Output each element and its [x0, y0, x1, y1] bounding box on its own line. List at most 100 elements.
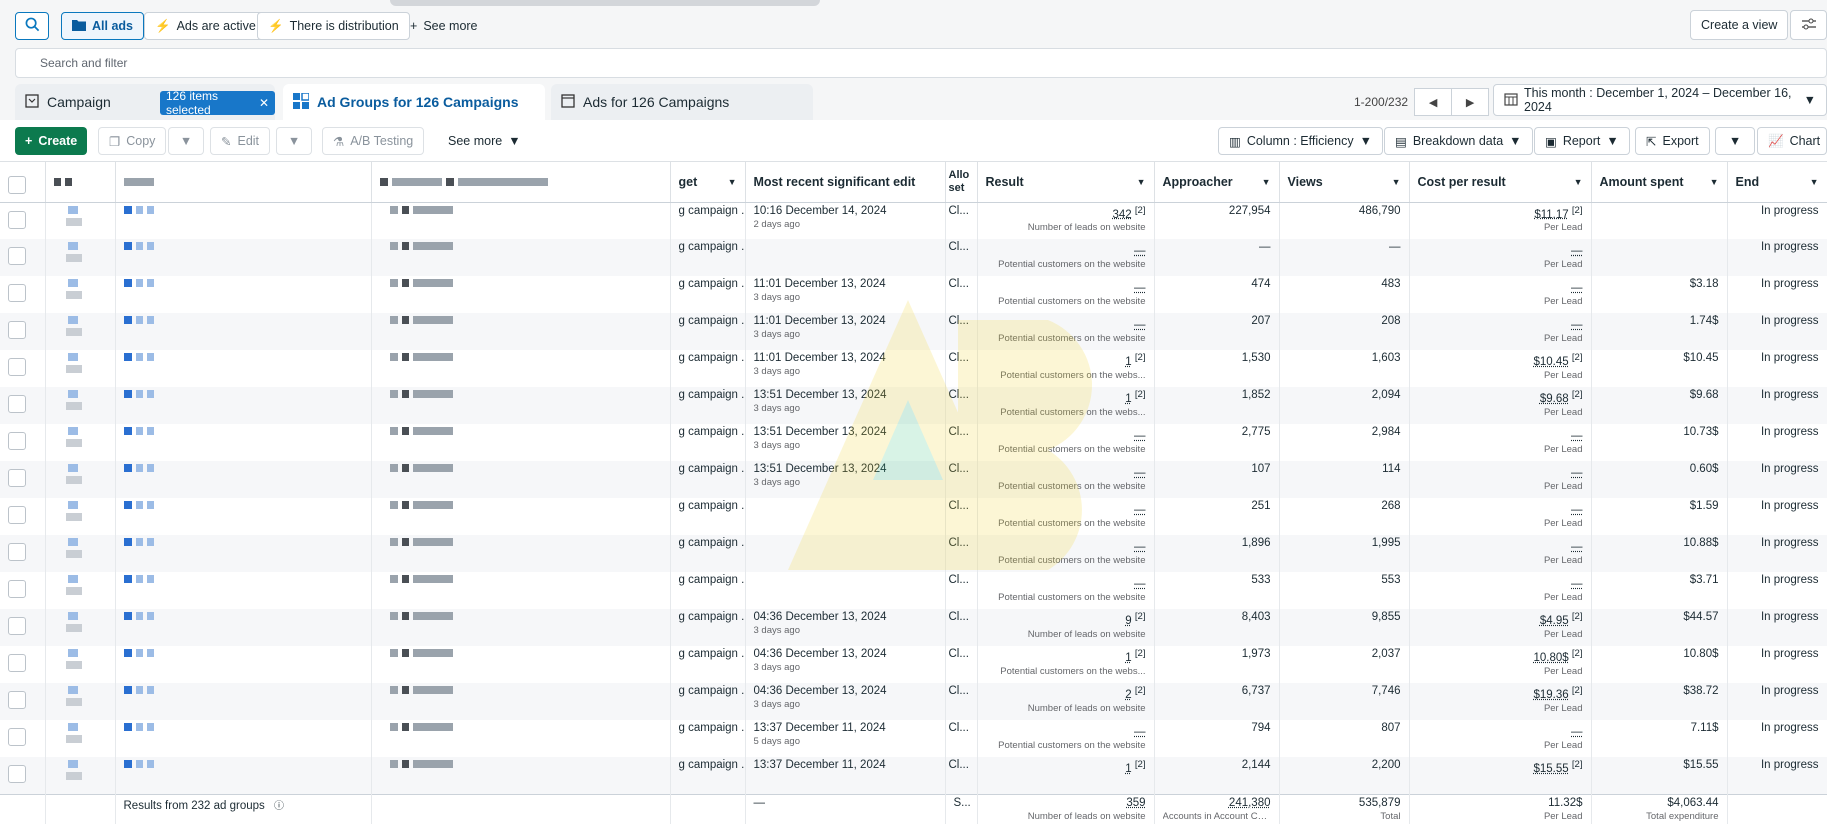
row-cost-value[interactable]: $9.68	[1540, 393, 1569, 405]
table-row[interactable]: g campaign ... 04:36 December 13, 2024 3 …	[0, 683, 1827, 720]
create-button[interactable]: + Create	[15, 127, 88, 155]
header-recent-edit[interactable]: Most recent significant edit	[745, 162, 946, 203]
selected-items-badge[interactable]: 126 items selected ✕	[160, 89, 275, 117]
row-result-value[interactable]: —	[1134, 541, 1146, 553]
row-checkbox[interactable]	[8, 284, 26, 302]
row-result-value[interactable]: —	[1134, 245, 1146, 257]
edit-dropdown[interactable]: ▼	[276, 127, 312, 155]
row-select-cell[interactable]	[0, 757, 46, 794]
row-checkbox[interactable]	[8, 469, 26, 487]
row-select-cell[interactable]	[0, 572, 46, 609]
row-cost-value[interactable]: $10.45	[1533, 356, 1568, 368]
header-cost[interactable]: Cost per result ▼	[1409, 162, 1592, 203]
row-result-value[interactable]: —	[1134, 430, 1146, 442]
row-select-cell[interactable]	[0, 609, 46, 646]
table-row[interactable]: g campaign ... 13:51 December 13, 2024 3 …	[0, 424, 1827, 461]
header-target[interactable]: get ▼	[670, 162, 746, 203]
export-dropdown[interactable]: ▼	[1715, 127, 1755, 155]
table-row[interactable]: g campaign ... Cl... — Potential custome…	[0, 498, 1827, 535]
row-result-value[interactable]: 1	[1125, 356, 1131, 368]
report-button[interactable]: ▣ Report ▼	[1534, 127, 1630, 155]
row-result-value[interactable]: 342	[1112, 208, 1131, 220]
row-cost-value[interactable]: —	[1571, 578, 1583, 590]
row-cost-value[interactable]: —	[1571, 282, 1583, 294]
row-cost-value[interactable]: $15.55	[1533, 763, 1568, 775]
row-result-value[interactable]: 1	[1125, 393, 1131, 405]
table-row[interactable]: g campaign ... 13:37 December 11, 2024 5 …	[0, 720, 1827, 757]
header-views[interactable]: Views ▼	[1279, 162, 1410, 203]
export-button[interactable]: ⇱ Export	[1635, 127, 1710, 155]
row-result-value[interactable]: 1	[1125, 652, 1131, 664]
header-end[interactable]: End ▼	[1727, 162, 1827, 203]
row-select-cell[interactable]	[0, 313, 46, 350]
header-result[interactable]: Result ▼	[977, 162, 1155, 203]
select-all-header[interactable]	[0, 162, 46, 203]
row-result-value[interactable]: —	[1134, 726, 1146, 738]
next-page-button[interactable]: ▶	[1451, 88, 1490, 116]
row-checkbox[interactable]	[8, 210, 26, 229]
toolbar-see-more[interactable]: See more ▼	[438, 127, 531, 155]
row-select-cell[interactable]	[0, 683, 46, 720]
row-select-cell[interactable]	[0, 535, 46, 572]
row-checkbox[interactable]	[8, 247, 26, 265]
row-result-value[interactable]: —	[1134, 319, 1146, 331]
row-result-value[interactable]: —	[1134, 467, 1146, 479]
column-selector[interactable]: ▥ Column : Efficiency ▼	[1218, 127, 1383, 155]
row-select-cell[interactable]	[0, 720, 46, 757]
chart-button[interactable]: 📈 Chart	[1757, 127, 1827, 155]
row-checkbox[interactable]	[8, 321, 26, 339]
table-row[interactable]: g campaign ... Cl... — Potential custome…	[0, 535, 1827, 572]
row-cost-value[interactable]: —	[1571, 245, 1583, 257]
row-result-value[interactable]: —	[1134, 578, 1146, 590]
close-icon[interactable]: ✕	[259, 96, 269, 110]
row-select-cell[interactable]	[0, 424, 46, 461]
search-input[interactable]: Search and filter	[15, 48, 1827, 78]
date-range-picker[interactable]: This month : December 1, 2024 – December…	[1493, 84, 1827, 116]
row-cost-value[interactable]: 10.80$	[1533, 652, 1568, 664]
see-more-filters[interactable]: + See more	[400, 12, 488, 40]
row-cost-value[interactable]: $4.95	[1540, 615, 1569, 627]
create-view-button[interactable]: Create a view	[1690, 10, 1789, 40]
table-row[interactable]: g campaign ... 11:01 December 13, 2024 3 …	[0, 276, 1827, 313]
table-row[interactable]: g campaign ... Cl... — Potential custome…	[0, 239, 1827, 276]
row-cost-value[interactable]: —	[1571, 430, 1583, 442]
row-select-cell[interactable]	[0, 461, 46, 498]
row-select-cell[interactable]	[0, 202, 46, 239]
settings-sliders-button[interactable]	[1790, 10, 1827, 40]
ab-testing-button[interactable]: ⚗ A/B Testing	[322, 127, 425, 155]
table-row[interactable]: g campaign ... 10:16 December 14, 2024 2 …	[0, 202, 1827, 239]
row-checkbox[interactable]	[8, 765, 26, 783]
tab-ads[interactable]: Ads for 126 Campaigns	[551, 84, 813, 120]
row-checkbox[interactable]	[8, 432, 26, 450]
row-result-value[interactable]: 2	[1125, 689, 1131, 701]
row-result-value[interactable]: —	[1134, 504, 1146, 516]
edit-button[interactable]: ✎ Edit	[210, 127, 271, 155]
row-cost-value[interactable]: —	[1571, 726, 1583, 738]
prev-page-button[interactable]: ◀	[1414, 88, 1453, 116]
row-cost-value[interactable]: —	[1571, 541, 1583, 553]
breakdown-button[interactable]: ▤ Breakdown data ▼	[1384, 127, 1533, 155]
tab-ad-groups[interactable]: Ad Groups for 126 Campaigns	[283, 84, 545, 120]
header-approacher[interactable]: Approacher ▼	[1154, 162, 1280, 203]
row-select-cell[interactable]	[0, 239, 46, 276]
row-checkbox[interactable]	[8, 395, 26, 413]
row-checkbox[interactable]	[8, 728, 26, 746]
row-cost-value[interactable]: —	[1571, 504, 1583, 516]
copy-button[interactable]: ❐ Copy	[98, 127, 167, 155]
table-row[interactable]: g campaign ... 13:51 December 13, 2024 3 …	[0, 387, 1827, 424]
row-result-value[interactable]: 1	[1125, 763, 1131, 775]
tab-campaign[interactable]: Campaign 126 items selected ✕	[15, 84, 275, 120]
row-checkbox[interactable]	[8, 543, 26, 561]
row-cost-value[interactable]: —	[1571, 319, 1583, 331]
table-row[interactable]: g campaign ... 11:01 December 13, 2024 3 …	[0, 313, 1827, 350]
row-checkbox[interactable]	[8, 358, 26, 376]
row-select-cell[interactable]	[0, 276, 46, 313]
row-select-cell[interactable]	[0, 350, 46, 387]
row-checkbox[interactable]	[8, 654, 26, 672]
copy-dropdown[interactable]: ▼	[168, 127, 204, 155]
table-row[interactable]: g campaign ... 13:51 December 13, 2024 3 …	[0, 461, 1827, 498]
row-checkbox[interactable]	[8, 691, 26, 709]
row-select-cell[interactable]	[0, 646, 46, 683]
filter-ads-active[interactable]: ⚡ Ads are active	[144, 12, 267, 40]
header-allocation[interactable]: Allo set	[945, 162, 978, 203]
